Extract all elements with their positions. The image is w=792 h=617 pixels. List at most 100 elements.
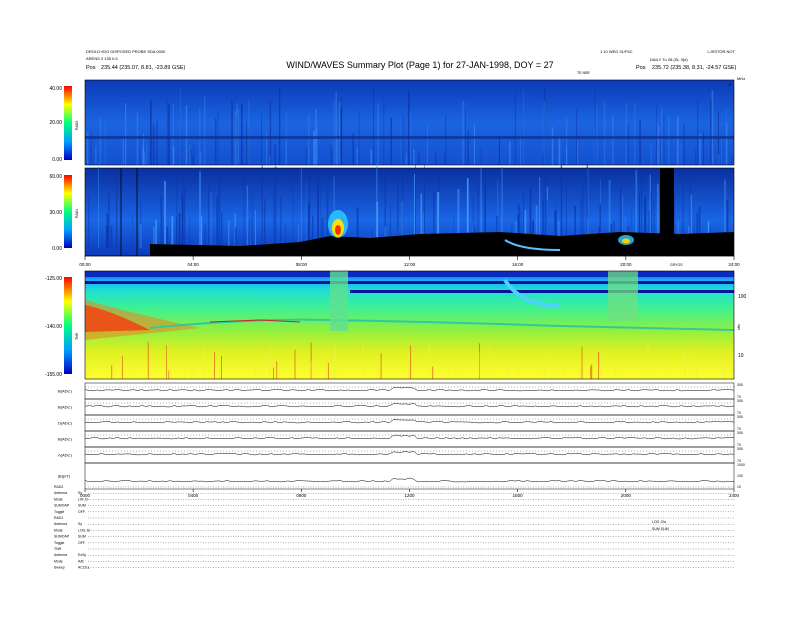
header-right-line2: DAILY Tu 28 (SL 3)d) xyxy=(650,57,688,62)
time-axis-1-label-2: 08:00 xyxy=(296,262,308,267)
tnr-spike xyxy=(598,352,600,379)
param-value-2: LIN J2 xyxy=(78,497,88,501)
rad2-streak xyxy=(577,140,579,165)
tnr-spike xyxy=(324,349,326,379)
param-value-11: ExSy xyxy=(78,553,86,557)
param-key-3: SUMOAP xyxy=(54,504,70,508)
param-key-11: Antenna xyxy=(54,553,67,557)
tnr-spike xyxy=(579,370,581,379)
tnr-spike xyxy=(563,356,565,379)
tnr-tick-mid: -140.00 xyxy=(45,324,62,330)
rad2-streak xyxy=(695,148,697,165)
line-panel-right-4-0: 300 xyxy=(737,447,743,451)
param-value-8: SUM xyxy=(78,535,86,539)
tnr-spike xyxy=(669,366,671,379)
rad2-streak xyxy=(330,144,332,165)
param-value-4: OFF xyxy=(78,510,85,514)
tnr-spike xyxy=(696,359,698,379)
tnr-spike xyxy=(269,346,271,379)
time-axis-1-label-4: 16:00 xyxy=(512,262,524,267)
param-key-10: TNR xyxy=(54,547,62,551)
tnr-spike xyxy=(255,368,257,379)
rad1-streak xyxy=(110,225,113,248)
rad1-black-block xyxy=(660,168,674,252)
rad2-streak xyxy=(718,154,720,165)
tnr-spike xyxy=(647,344,649,379)
rad1-streak xyxy=(249,220,252,248)
time-axis-1-label-5: 20:00 xyxy=(620,262,632,267)
rad2-streak xyxy=(266,130,268,165)
rad2-streak xyxy=(168,104,170,165)
time-axis-2: 0000 0400 0800 1200 1600 2000 2400 xyxy=(80,489,740,498)
rad1-streak xyxy=(210,192,212,248)
tnr-spike xyxy=(429,342,430,379)
rad2-streak xyxy=(156,121,158,165)
rad2-streak xyxy=(275,146,276,165)
param-key-0: RAD2 xyxy=(54,485,63,489)
rad2-streak xyxy=(95,145,97,165)
rad1-streak xyxy=(183,188,186,248)
rad2-streak xyxy=(313,130,316,165)
param-key-13: Sweep xyxy=(54,566,65,570)
rad2-streak xyxy=(246,121,247,165)
line-panel-frame xyxy=(84,446,735,464)
param-key-7: Mode xyxy=(54,528,63,532)
tnr-spike xyxy=(724,362,726,379)
header-left-line1: DROLD+EIG DISPOSED PROBE SDA 0000 xyxy=(86,49,166,54)
line-panel-right-3-0: 300 xyxy=(737,431,743,435)
tnr-spike xyxy=(380,353,382,379)
rad1-streak xyxy=(305,182,307,248)
rad1-tick-bot: 0.00 xyxy=(52,246,62,252)
param-key-1: Antenna xyxy=(54,491,67,495)
tnr-spike xyxy=(697,361,699,379)
rad2-streak xyxy=(193,144,195,165)
tnr-spike xyxy=(113,361,115,379)
line-panel-label-1: B(ADC) xyxy=(58,405,72,410)
rad1-streak xyxy=(98,163,99,248)
rad2-streak xyxy=(551,127,554,165)
rad2-streak xyxy=(99,117,102,165)
line-panel-right-5-0: 1000 xyxy=(737,463,745,467)
param-key-5: RAD1 xyxy=(54,516,63,520)
rad2-streak xyxy=(150,100,152,165)
time-axis-1-label-3: 12:00 xyxy=(404,262,416,267)
rad2-streak xyxy=(498,136,500,165)
rad1-burst-2 xyxy=(618,235,634,245)
tnr-spike xyxy=(492,369,494,379)
rad2-streak xyxy=(336,137,338,165)
rad2-streak xyxy=(520,135,521,165)
rad2-streak xyxy=(248,100,250,165)
rad2-streak xyxy=(139,150,141,165)
tnr-spike xyxy=(147,342,149,379)
time-axis-1-label-6: 24:00 xyxy=(728,262,740,267)
rad1-streak xyxy=(317,178,319,248)
rad2-streak xyxy=(625,102,627,165)
line-panel-label-5: |B|(nT) xyxy=(58,474,71,479)
rad2-streak xyxy=(402,115,404,165)
rad1-streak xyxy=(251,187,253,248)
rad1-streak xyxy=(274,166,277,248)
tnr-spike xyxy=(722,355,724,379)
rad1-tick-top: 60.00 xyxy=(49,174,62,180)
rad2-streak xyxy=(333,99,335,165)
rad2-streak xyxy=(185,105,188,165)
rad2-streak xyxy=(308,114,310,165)
rad2-streak xyxy=(172,146,175,165)
tnr-spike xyxy=(544,351,546,379)
rad2-label: RAD2 xyxy=(75,121,79,130)
time-axis-1-label-0: 00:00 xyxy=(79,262,91,267)
time-axis-2-label-5: 2000 xyxy=(621,493,632,498)
tnr-spike xyxy=(362,344,364,379)
tnr-spike xyxy=(685,369,686,379)
line-panel-trace-3 xyxy=(84,434,735,440)
rad2-streak xyxy=(542,154,544,165)
param-key-12: Mode xyxy=(54,559,63,563)
rad2-streak xyxy=(390,117,392,165)
rad2-streak xyxy=(594,85,596,165)
rad2-streak xyxy=(189,145,192,165)
rad1-streak xyxy=(243,175,245,248)
line-panel-label-0: B(ADC) xyxy=(58,389,72,394)
rad2-streak xyxy=(509,141,511,165)
rad1-streak xyxy=(218,178,221,248)
line-panel-right-1-0: 300 xyxy=(737,399,743,403)
